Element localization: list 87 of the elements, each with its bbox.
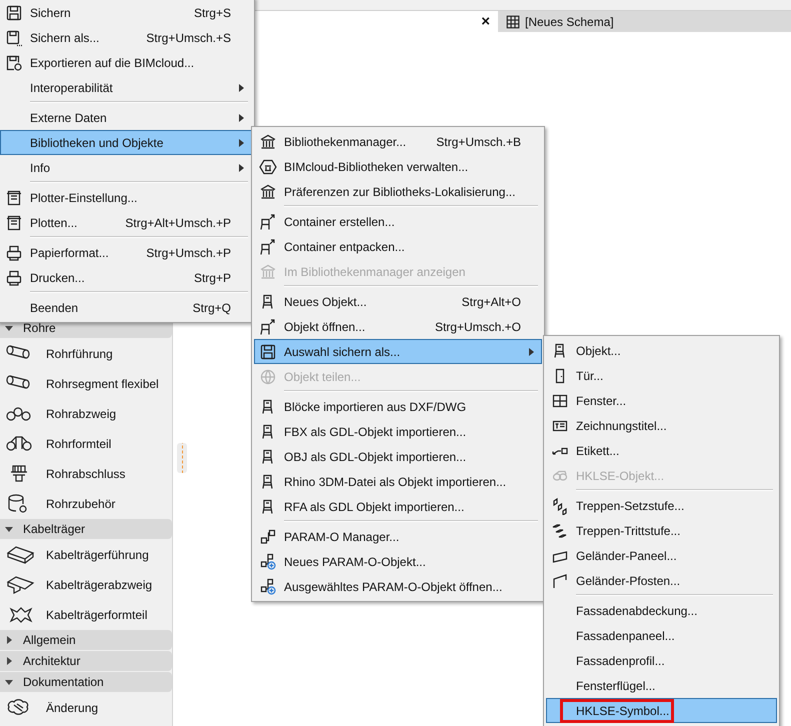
submenu-arrow-icon: [238, 84, 244, 92]
menu-item[interactable]: Fassadenpaneel...: [546, 623, 777, 648]
menu-item[interactable]: Auswahl sichern als...: [254, 339, 542, 364]
section-header[interactable]: Allgemein: [0, 630, 172, 650]
menu-item[interactable]: Fassadenabdeckung...: [546, 598, 777, 623]
menu-item[interactable]: Exportieren auf die BIMcloud...: [0, 50, 252, 75]
table-icon: [505, 14, 521, 30]
stair-riser-icon: [551, 496, 569, 514]
caret-icon: [5, 657, 13, 665]
menu-item[interactable]: Fensterflügel...: [546, 673, 777, 698]
library-item[interactable]: Rohrabzweig: [0, 399, 172, 429]
menu-item[interactable]: Fassadenprofil...: [546, 648, 777, 673]
menu-item[interactable]: Bibliothekenmanager... Strg+Umsch.+B: [254, 129, 542, 154]
menu-item[interactable]: Sichern Strg+S: [0, 0, 252, 25]
menu-item[interactable]: Externe Daten: [0, 105, 252, 130]
submenu-arrow-icon: [238, 138, 244, 146]
plotter-icon: [5, 214, 23, 232]
menu-item[interactable]: OBJ als GDL-Objekt importieren...: [254, 444, 542, 469]
globe-icon: [259, 368, 277, 386]
menu-item[interactable]: Blöcke importieren aus DXF/DWG: [254, 394, 542, 419]
menu-item[interactable]: Neues PARAM-O-Objekt...: [254, 549, 542, 574]
section-header[interactable]: Kabelträger: [0, 519, 172, 539]
menu-item[interactable]: Treppen-Trittstufe...: [546, 518, 777, 543]
menu-item[interactable]: Container erstellen...: [254, 209, 542, 234]
floppy-disk-icon: [5, 28, 23, 46]
floppy-disk-icon: [5, 54, 23, 72]
chair-icon: [259, 238, 277, 256]
plotter-icon: [5, 188, 23, 206]
section-header[interactable]: Dokumentation: [0, 672, 172, 692]
menu-item[interactable]: Zeichnungstitel...: [546, 413, 777, 438]
cable-tray-icon: [5, 544, 35, 566]
library-item[interactable]: Rohrzubehör: [0, 489, 172, 519]
menu-item[interactable]: Rhino 3DM-Datei als Objekt importieren...: [254, 469, 542, 494]
menu-item[interactable]: Geländer-Paneel...: [546, 543, 777, 568]
library-item[interactable]: Änderung: [0, 693, 172, 723]
library-item[interactable]: Kabelträgerformteil: [0, 600, 172, 630]
library-item[interactable]: Rohrführung: [0, 339, 172, 369]
menu-item[interactable]: Bibliotheken und Objekte: [0, 130, 252, 155]
nodes-icon: [259, 528, 277, 546]
menu-item[interactable]: Ausgewähltes PARAM-O-Objekt öffnen...: [254, 574, 542, 599]
stair-tread-icon: [551, 522, 569, 540]
library-item[interactable]: Rohrformteil: [0, 429, 172, 459]
resize-handle[interactable]: [177, 443, 187, 473]
menu-item[interactable]: Plotter-Einstellung...: [0, 185, 252, 210]
menu-item[interactable]: Objekt...: [546, 338, 777, 363]
menu-item[interactable]: FBX als GDL-Objekt importieren...: [254, 419, 542, 444]
library-item[interactable]: Rohrsegment flexibel: [0, 369, 172, 399]
menu-item[interactable]: Geländer-Pfosten...: [546, 568, 777, 593]
submenu-arrow-icon: [238, 114, 244, 122]
caret-icon: [5, 678, 13, 686]
menu-item[interactable]: HKLSE-Symbol...: [546, 698, 777, 723]
menu-item[interactable]: Objekt öffnen... Strg+Umsch.+O: [254, 314, 542, 339]
menu-item[interactable]: Beenden Strg+Q: [0, 295, 252, 320]
menu-item[interactable]: Treppen-Setzstufe...: [546, 493, 777, 518]
cable-tray-icon: [5, 574, 35, 596]
document-tab[interactable]: [Neues Schema]: [498, 11, 791, 32]
menu-item[interactable]: PARAM-O Manager...: [254, 524, 542, 549]
menu-item[interactable]: Präferenzen zur Bibliotheks-Lokalisierung...: [254, 179, 542, 204]
chair-icon: [259, 318, 277, 336]
menu-item[interactable]: Papierformat... Strg+Umsch.+P: [0, 240, 252, 265]
submenu-arrow-icon: [528, 348, 534, 356]
menu-item[interactable]: Drucken... Strg+P: [0, 265, 252, 290]
menu-item[interactable]: Sichern als... Strg+Umsch.+S: [0, 25, 252, 50]
menu-item[interactable]: Neues Objekt... Strg+Alt+O: [254, 289, 542, 314]
nodes-icon: [259, 552, 277, 570]
library-item[interactable]: Rohrabschluss: [0, 459, 172, 489]
menu-item[interactable]: Tür...: [546, 363, 777, 388]
nodes-icon: [259, 578, 277, 596]
caret-icon: [5, 636, 13, 644]
menu-item[interactable]: RFA als GDL Objekt importieren...: [254, 494, 542, 519]
menu-item[interactable]: BIMcloud-Bibliotheken verwalten...: [254, 154, 542, 179]
library-item[interactable]: Kabelträgerabzweig: [0, 570, 172, 600]
menu-item[interactable]: Container entpacken...: [254, 234, 542, 259]
close-tab-button[interactable]: ×: [481, 14, 490, 29]
menu-item[interactable]: Interoperabilität: [0, 75, 252, 100]
printer-icon: [5, 268, 23, 286]
library-item[interactable]: Kabelträgerführung: [0, 540, 172, 570]
section-header[interactable]: Architektur: [0, 651, 172, 671]
printer-icon: [5, 244, 23, 262]
railing-post-icon: [551, 572, 569, 590]
menu-item[interactable]: Fenster...: [546, 388, 777, 413]
menu-item[interactable]: Etikett...: [546, 438, 777, 463]
submenu-arrow-icon: [238, 164, 244, 172]
menu-item[interactable]: Info: [0, 155, 252, 180]
chair-icon: [259, 212, 277, 230]
caret-icon: [5, 525, 13, 533]
menu-item[interactable]: Plotten... Strg+Alt+Umsch.+P: [0, 210, 252, 235]
